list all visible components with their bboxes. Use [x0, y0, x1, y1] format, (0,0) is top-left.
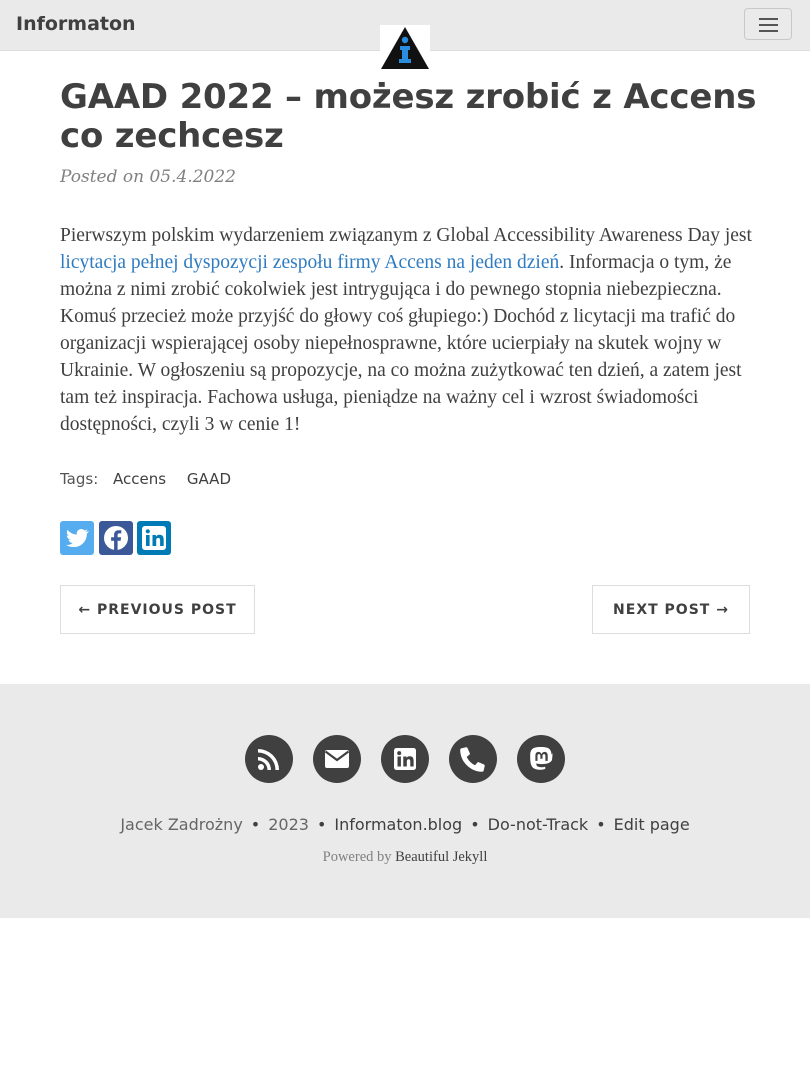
tags-label: Tags: [60, 470, 99, 488]
footer-phone-button[interactable] [449, 735, 497, 783]
facebook-icon [104, 526, 128, 550]
footer-author[interactable]: Jacek Zadrożny [120, 815, 242, 834]
footer: Jacek Zadrożny • 2023 • Informaton.blog • Do-n… [0, 684, 810, 918]
post-body: Pierwszym polskim wydarzeniem związanym … [60, 222, 752, 438]
share-twitter-button[interactable] [60, 521, 94, 555]
powered-by-label: Powered by [322, 849, 392, 865]
footer-edit-link[interactable]: Edit page [614, 815, 690, 834]
post-meta: Posted on 05.4.2022 [60, 167, 236, 187]
next-post-button[interactable]: NEXT POST → [592, 585, 750, 634]
hamburger-menu-icon-bar [759, 30, 778, 32]
footer-linkedin-button[interactable] [381, 735, 429, 783]
footer-separator: • [250, 815, 261, 834]
linkedin-icon [142, 526, 166, 550]
share-linkedin-button[interactable] [137, 521, 171, 555]
phone-icon [460, 747, 485, 772]
tag-gaad[interactable]: GAAD [187, 470, 231, 488]
site-brand[interactable]: Informaton [16, 13, 136, 35]
hamburger-menu-icon-bar [759, 24, 778, 26]
post-body-intro: Pierwszym polskim wydarzeniem związanym … [60, 225, 752, 246]
footer-mastodon-button[interactable] [517, 735, 565, 783]
post-title: GAAD 2022 – możesz zrobić z Accens co ze… [60, 77, 757, 156]
linkedin-icon [394, 748, 416, 770]
tag-accens[interactable]: Accens [113, 470, 166, 488]
footer-site-link[interactable]: Informaton.blog [334, 815, 462, 834]
mastodon-icon [530, 747, 553, 770]
previous-post-button[interactable]: ← PREVIOUS POST [60, 585, 255, 634]
hamburger-menu-icon [759, 18, 778, 20]
post-tags: Tags: Accens GAAD [60, 470, 231, 488]
footer-separator: • [470, 815, 480, 834]
footer-year: 2023 [268, 815, 309, 834]
footer-email-button[interactable] [313, 735, 361, 783]
rss-icon [258, 749, 279, 770]
beautiful-jekyll-link[interactable]: Beautiful Jekyll [395, 849, 487, 865]
twitter-icon [66, 529, 89, 548]
share-facebook-button[interactable] [99, 521, 133, 555]
menu-toggle-button[interactable] [744, 8, 792, 40]
auction-link[interactable]: licytacja pełnej dyspozycji zespołu firm… [60, 252, 559, 273]
post-body-rest: . Informacja o tym, że można z nimi zrob… [60, 252, 742, 435]
footer-separator: • [596, 815, 606, 834]
powered-by: Powered by Beautiful Jekyll [0, 849, 810, 866]
footer-rss-button[interactable] [245, 735, 293, 783]
envelope-icon [324, 750, 350, 768]
footer-separator: • [316, 815, 327, 834]
footer-dnt-link[interactable]: Do-not-Track [488, 815, 589, 834]
info-triangle-logo[interactable] [380, 25, 430, 71]
footer-links: Jacek Zadrożny • 2023 • Informaton.blog • Do-n… [0, 815, 810, 834]
